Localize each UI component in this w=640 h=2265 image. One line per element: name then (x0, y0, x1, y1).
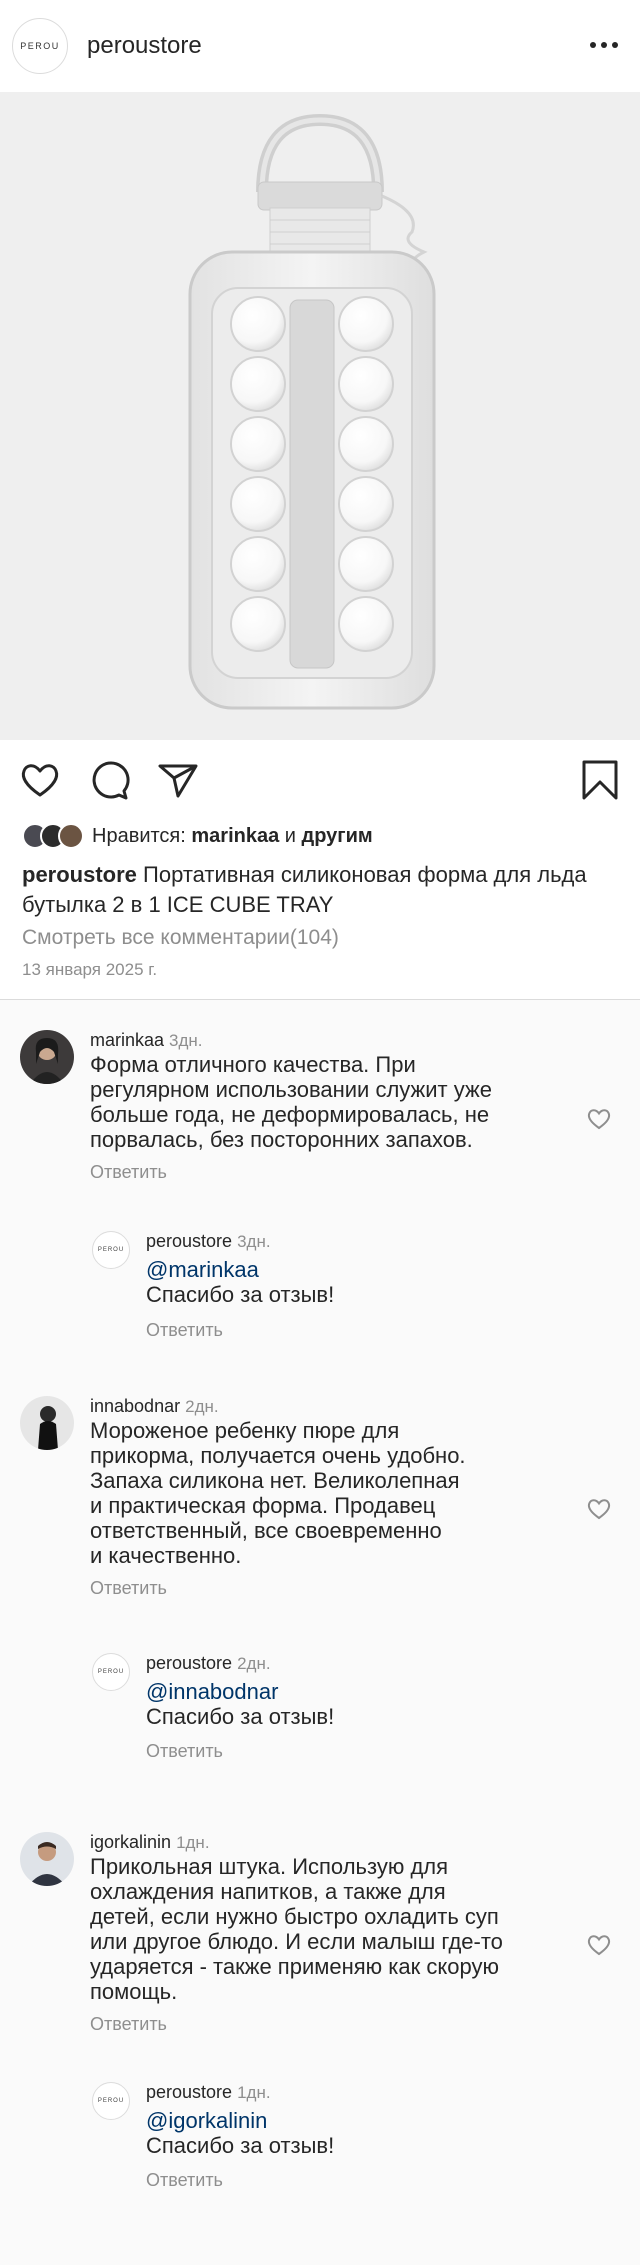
reply-button[interactable]: Ответить (90, 1162, 167, 1183)
reply-button[interactable]: Ответить (146, 1741, 223, 1762)
commenter-avatar[interactable] (20, 1832, 74, 1886)
header-username[interactable]: peroustore (87, 32, 202, 60)
comment-username-line: innabodnar 2дн. (90, 1396, 219, 1417)
comment-time: 2дн. (185, 1397, 219, 1416)
more-horizontal-icon[interactable] (590, 42, 618, 48)
bookmark-icon[interactable] (578, 758, 622, 802)
heart-outline-icon[interactable] (586, 1106, 612, 1132)
reply-username[interactable]: peroustore (146, 1653, 232, 1673)
ice-cube-bottle-image (188, 113, 436, 710)
heart-outline-icon[interactable] (18, 758, 62, 802)
commenter-avatar[interactable] (20, 1030, 74, 1084)
post-header: PEROU peroustore (0, 0, 640, 92)
reply-text: @igorkalinin Спасибо за отзыв! (146, 2108, 335, 2158)
reply-button[interactable]: Ответить (146, 2170, 223, 2191)
reply-mention[interactable]: @igorkalinin (146, 2108, 334, 2133)
reply-text: @innabodnar Спасибо за отзыв! (146, 1679, 335, 1729)
likes-prefix: Нравится: (92, 824, 186, 847)
comment-time: 3дн. (169, 1031, 203, 1050)
reply-avatar[interactable]: PEROU (92, 2082, 130, 2120)
send-icon[interactable] (156, 758, 200, 802)
reply-username[interactable]: peroustore (146, 2082, 232, 2102)
commenter-avatar[interactable] (20, 1396, 74, 1450)
heart-outline-icon[interactable] (586, 1932, 612, 1958)
reply-username-line: peroustore 2дн. (146, 1653, 271, 1674)
likes-user[interactable]: marinkaa (191, 825, 279, 848)
heart-outline-icon[interactable] (586, 1496, 612, 1522)
comment-username[interactable]: innabodnar (90, 1396, 180, 1416)
store-avatar[interactable]: PEROU (12, 18, 68, 74)
comment-text: Форма отличного качества. При регулярном… (90, 1052, 492, 1152)
reply-username-line: peroustore 3дн. (146, 1231, 271, 1252)
reply-button[interactable]: Ответить (90, 1578, 167, 1599)
comment-username[interactable]: marinkaa (90, 1030, 164, 1050)
comment-time: 1дн. (176, 1833, 210, 1852)
comment-username[interactable]: igorkalinin (90, 1832, 171, 1852)
post-image[interactable] (0, 92, 640, 740)
comment-icon[interactable] (88, 758, 132, 802)
likes-summary[interactable]: Нравится: marinkaa и другим (22, 820, 373, 852)
likes-and: и (284, 824, 296, 847)
reply-username-line: peroustore 1дн. (146, 2082, 271, 2103)
comment-text: Прикольная штука. Использую для охлажден… (90, 1854, 503, 2004)
caption-username[interactable]: peroustore (22, 862, 137, 887)
likes-others[interactable]: другим (302, 825, 373, 848)
comment-username-line: marinkaa 3дн. (90, 1030, 203, 1051)
reply-mention[interactable]: @marinkaa (146, 1257, 334, 1282)
post-date: 13 января 2025 г. (22, 960, 158, 979)
post-actions (0, 750, 640, 810)
store-logo-text: PEROU (20, 41, 60, 51)
comment-username-line: igorkalinin 1дн. (90, 1832, 210, 1853)
reply-time: 3дн. (237, 1232, 271, 1251)
reply-text: @marinkaa Спасибо за отзыв! (146, 1257, 335, 1307)
reply-time: 2дн. (237, 1654, 271, 1673)
reply-avatar[interactable]: PEROU (92, 1231, 130, 1269)
reply-avatar[interactable]: PEROU (92, 1653, 130, 1691)
reply-username[interactable]: peroustore (146, 1231, 232, 1251)
reply-mention[interactable]: @innabodnar (146, 1679, 334, 1704)
comment-text: Мороженое ребенку пюре для прикорма, пол… (90, 1418, 466, 1568)
reply-button[interactable]: Ответить (146, 1320, 223, 1341)
liker-avatars (22, 823, 84, 849)
reply-button[interactable]: Ответить (90, 2014, 167, 2035)
reply-time: 1дн. (237, 2083, 271, 2102)
comments-list: marinkaa 3дн. Форма отличного качества. … (0, 1000, 640, 2265)
post-caption: peroustore Портативная силиконовая форма… (22, 860, 622, 920)
view-all-comments-link[interactable]: Смотреть все комментарии(104) (22, 926, 339, 950)
